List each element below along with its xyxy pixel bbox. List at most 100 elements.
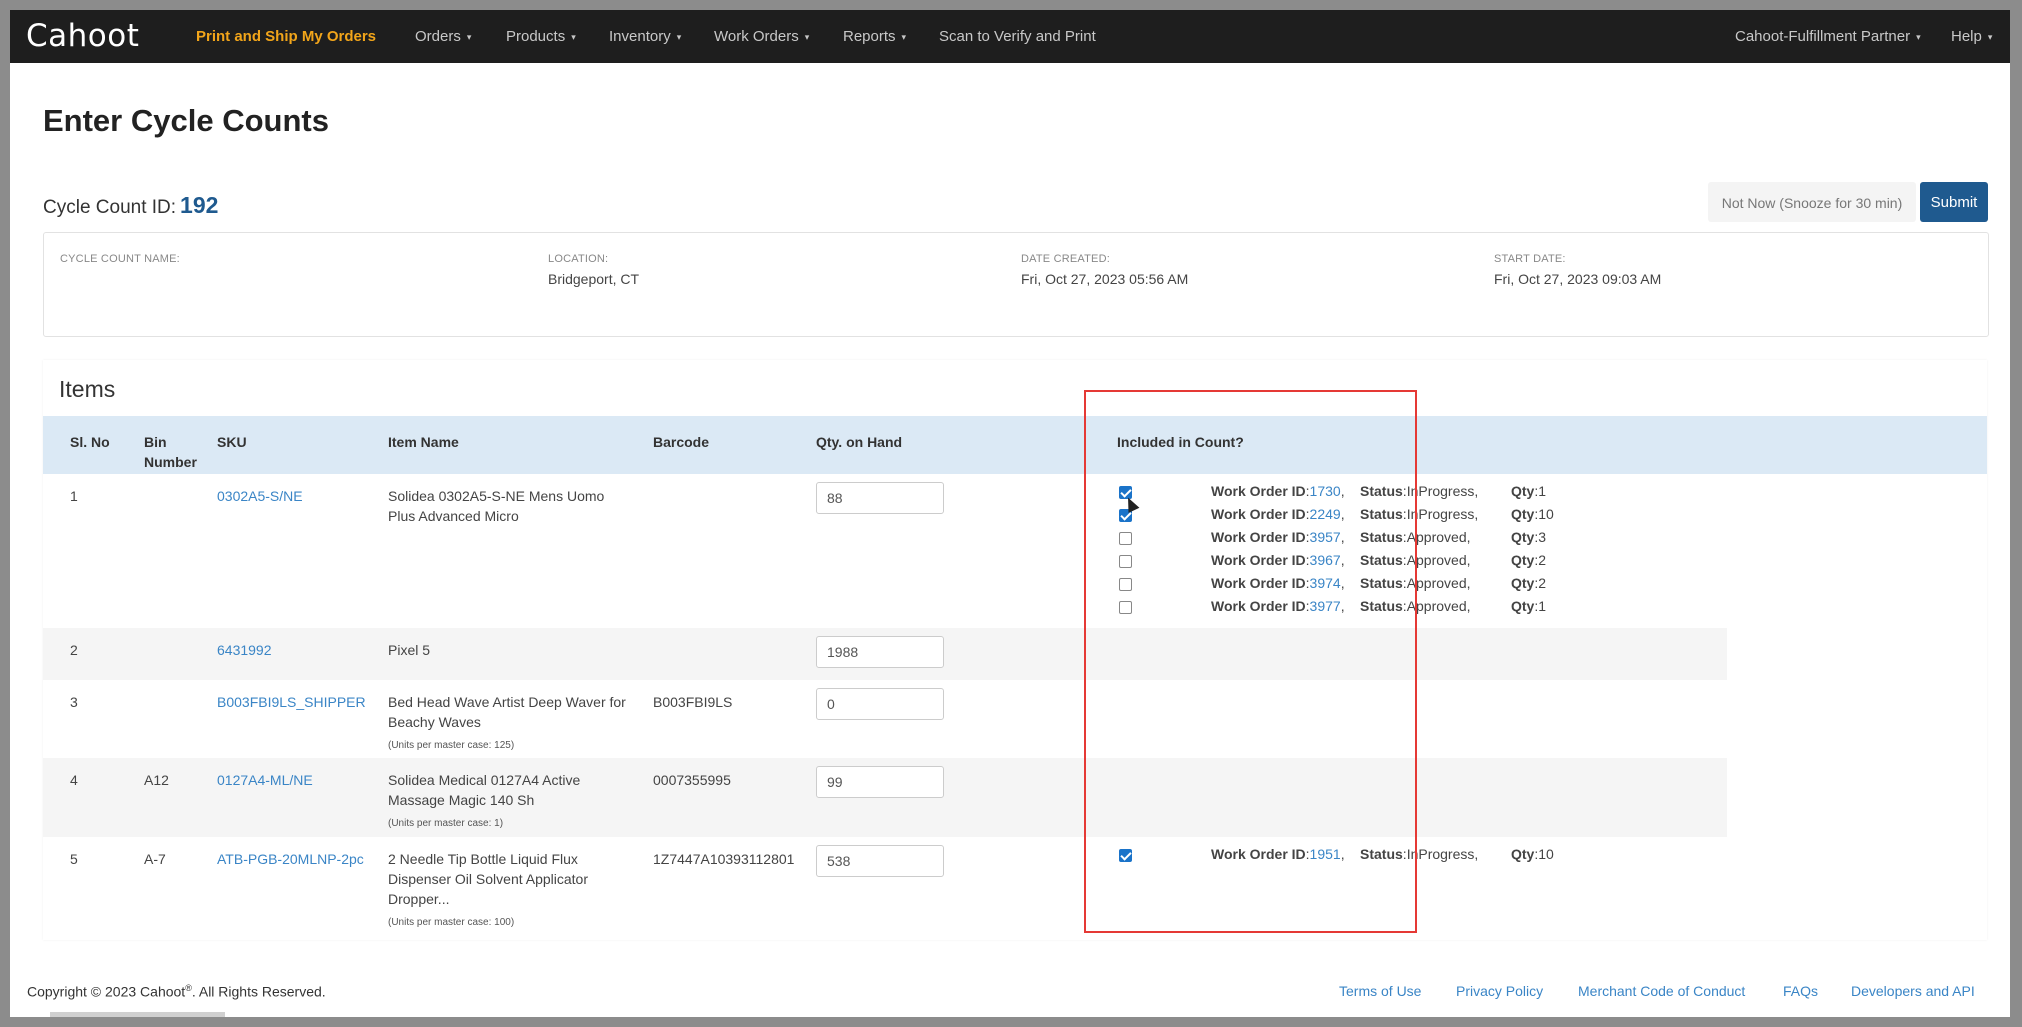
work-order-link[interactable]: 3974 — [1310, 575, 1341, 591]
footer-link-terms[interactable]: Terms of Use — [1339, 983, 1421, 999]
wo-id-label: Work Order ID — [1211, 575, 1306, 591]
work-order-checkbox[interactable] — [1119, 532, 1132, 545]
qty-input[interactable] — [816, 766, 944, 798]
submit-button[interactable]: Submit — [1920, 182, 1988, 222]
wo-status-label: Status — [1360, 506, 1403, 522]
work-order-qty: Qty:2 — [1511, 575, 1547, 591]
row-sku-link[interactable]: ATB-PGB-20MLNP-2pc — [217, 849, 364, 869]
work-order-link[interactable]: 1730 — [1310, 483, 1341, 499]
wo-status-value: Approved — [1406, 529, 1467, 545]
footer-copyright: Copyright © 2023 Cahoot®. All Rights Res… — [27, 983, 326, 1000]
work-order-line: Work Order ID:3974, — [1211, 575, 1345, 591]
wo-id-label: Work Order ID — [1211, 529, 1306, 545]
row-sl-no: 4 — [70, 772, 78, 788]
wo-id-label: Work Order ID — [1211, 506, 1306, 522]
row-barcode: B003FBI9LS — [653, 694, 733, 710]
item-name-line: Dispenser Oil Solvent Applicator — [388, 871, 588, 887]
work-order-link[interactable]: 2249 — [1310, 506, 1341, 522]
work-order-qty: Qty:1 — [1511, 483, 1547, 499]
nav-reports[interactable]: Reports ▾ — [843, 10, 906, 63]
qty-input[interactable] — [816, 845, 944, 877]
chevron-down-icon: ▾ — [571, 31, 576, 42]
wo-status-value: Approved — [1406, 598, 1467, 614]
item-name-line: Solidea 0302A5-S-NE Mens Uomo — [388, 488, 605, 504]
nav-print-and-ship[interactable]: Print and Ship My Orders — [196, 10, 376, 63]
work-order-line: Work Order ID:3967, — [1211, 552, 1345, 568]
items-title: Items — [59, 376, 116, 402]
work-order-checkbox[interactable] — [1119, 601, 1132, 614]
info-label: CYCLE COUNT NAME: — [60, 253, 180, 265]
nav-label: Work Orders — [714, 28, 799, 45]
header-included-in-count: Included in Count? — [1117, 434, 1244, 450]
work-order-link[interactable]: 3977 — [1310, 598, 1341, 614]
header-barcode: Barcode — [653, 434, 710, 450]
footer-link-faqs[interactable]: FAQs — [1783, 983, 1818, 999]
wo-status-label: Status — [1360, 483, 1403, 499]
nav-work-orders[interactable]: Work Orders ▾ — [714, 10, 809, 63]
qty-input[interactable] — [816, 482, 944, 514]
snooze-button[interactable]: Not Now (Snooze for 30 min) — [1708, 182, 1916, 222]
work-order-qty: Qty:3 — [1511, 529, 1547, 545]
chevron-down-icon: ▾ — [804, 31, 810, 42]
work-order-link[interactable]: 1951 — [1310, 846, 1341, 862]
wo-qty-label: Qty — [1511, 598, 1535, 614]
horizontal-scrollbar[interactable] — [50, 1012, 225, 1017]
footer-link-merchant-code[interactable]: Merchant Code of Conduct — [1578, 983, 1745, 999]
header-sku: SKU — [217, 434, 247, 450]
row-sku-link[interactable]: 0302A5-S/NE — [217, 486, 303, 506]
table-header: Sl. No Bin Number SKU Item Name Barcode Q… — [43, 416, 1987, 474]
info-value: Fri, Oct 27, 2023 09:03 AM — [1494, 271, 1662, 287]
work-order-qty: Qty:10 — [1511, 846, 1554, 862]
wo-id-label: Work Order ID — [1211, 483, 1306, 499]
copyright-text: . All Rights Reserved. — [191, 983, 326, 1000]
row-item-name: Bed Head Wave Artist Deep Waver for Beac… — [388, 692, 648, 756]
nav-orders[interactable]: Orders ▾ — [415, 10, 471, 63]
footer-link-privacy[interactable]: Privacy Policy — [1456, 983, 1543, 999]
work-order-status: Status:Approved, — [1360, 552, 1471, 568]
nav-inventory[interactable]: Inventory ▾ — [609, 10, 681, 63]
item-name-line: Massage Magic 140 Sh — [388, 792, 535, 808]
nav-label: Help — [1951, 28, 1982, 45]
chevron-down-icon: ▾ — [466, 31, 472, 42]
wo-status-label: Status — [1360, 598, 1403, 614]
wo-qty-label: Qty — [1511, 506, 1535, 522]
nav-products[interactable]: Products ▾ — [506, 10, 576, 63]
wo-status-value: Approved — [1406, 575, 1467, 591]
row-bin: A-7 — [144, 851, 166, 867]
work-order-checkbox[interactable] — [1119, 578, 1132, 591]
work-order-checkbox[interactable] — [1119, 555, 1132, 568]
work-order-qty: Qty:2 — [1511, 552, 1547, 568]
row-sku-link[interactable]: 0127A4-ML/NE — [217, 770, 313, 790]
nav-help-menu[interactable]: Help ▾ — [1951, 10, 1992, 63]
work-order-status: Status:InProgress, — [1360, 846, 1479, 862]
footer-link-developers[interactable]: Developers and API — [1851, 983, 1975, 999]
row-sku-link[interactable]: B003FBI9LS_SHIPPER — [217, 692, 366, 712]
item-name-line: Dropper... — [388, 891, 450, 907]
row-barcode: 1Z7447A10393112801 — [653, 851, 795, 867]
units-per-case-note: (Units per master case: 1) — [388, 818, 504, 829]
work-order-status: Status:Approved, — [1360, 575, 1471, 591]
info-label: DATE CREATED: — [1021, 253, 1110, 265]
wo-qty-label: Qty — [1511, 846, 1535, 862]
item-name-line: Solidea Medical 0127A4 Active — [388, 772, 581, 788]
cycle-count-info-panel: CYCLE COUNT NAME: LOCATION: Bridgeport, … — [43, 232, 1989, 337]
cahoot-logo[interactable]: Cahoot — [26, 18, 139, 54]
work-order-link[interactable]: 3957 — [1310, 529, 1341, 545]
nav-account-menu[interactable]: Cahoot-Fulfillment Partner ▾ — [1735, 10, 1921, 63]
registered-mark: ® — [185, 983, 192, 993]
work-order-checkbox[interactable] — [1119, 849, 1132, 862]
qty-input[interactable] — [816, 636, 944, 668]
nav-scan-to-verify[interactable]: Scan to Verify and Print — [939, 10, 1096, 63]
nav-label: Products — [506, 28, 566, 45]
row-item-name: Solidea Medical 0127A4 Active Massage Ma… — [388, 770, 648, 834]
nav-label: Cahoot-Fulfillment Partner — [1735, 28, 1911, 45]
work-order-link[interactable]: 3967 — [1310, 552, 1341, 568]
wo-qty-value: 2 — [1538, 575, 1547, 591]
table-row: 1 0302A5-S/NE Solidea 0302A5-S-NE Mens U… — [43, 474, 1727, 628]
item-name-line: Bed Head Wave Artist Deep Waver for — [388, 694, 626, 710]
qty-input[interactable] — [816, 688, 944, 720]
row-sl-no: 5 — [70, 851, 78, 867]
row-sku-link[interactable]: 6431992 — [217, 640, 272, 660]
work-order-status: Status:Approved, — [1360, 529, 1471, 545]
chevron-down-icon: ▾ — [676, 31, 682, 42]
